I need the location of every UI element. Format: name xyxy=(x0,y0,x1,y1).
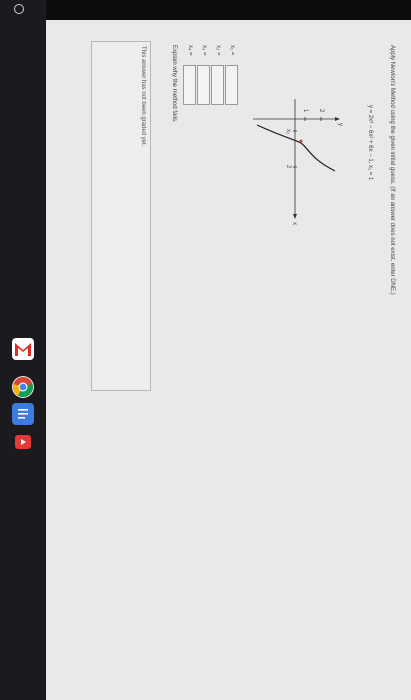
y-axis-label: y xyxy=(337,123,343,126)
answer-label-x1: x₁ = xyxy=(229,45,235,56)
answer-input-x2[interactable] xyxy=(211,65,224,105)
answer-input-x3[interactable] xyxy=(197,65,210,105)
grading-status: This answer has not been graded yet. xyxy=(140,46,146,147)
question-panel: Apply Newton's Method using the given in… xyxy=(55,41,395,665)
circle-icon[interactable] xyxy=(14,4,24,14)
x-axis-label: x xyxy=(291,222,297,225)
question-text: Apply Newton's Method using the given in… xyxy=(389,45,395,295)
taskbar xyxy=(0,0,46,700)
answer-label-x2: x₂ = xyxy=(215,45,221,56)
chrome-icon[interactable] xyxy=(12,376,34,398)
y-tick-1: 1 xyxy=(302,109,308,113)
youtube-icon[interactable] xyxy=(15,435,31,449)
y-tick-2: 2 xyxy=(318,109,324,113)
answer-label-x3: x₃ = xyxy=(201,45,207,56)
x-tick-2: 2 xyxy=(285,165,291,169)
browser-top-edge xyxy=(46,0,411,20)
answer-label-x4: x₄ = xyxy=(187,45,193,56)
docs-icon[interactable] xyxy=(12,403,34,425)
answer-input-x4[interactable] xyxy=(183,65,196,105)
explain-prompt: Explain why the method fails. xyxy=(171,45,177,123)
x-tick-x1: x₁ xyxy=(285,129,291,135)
gmail-icon[interactable] xyxy=(12,338,34,360)
function-graph xyxy=(253,99,340,219)
explanation-textarea[interactable]: This answer has not been graded yet. xyxy=(91,41,151,391)
equation: y = 2x³ − 6x² + 6x − 1, x₁ = 1 xyxy=(367,105,373,181)
answer-input-x1[interactable] xyxy=(225,65,238,105)
screen: Apply Newton's Method using the given in… xyxy=(0,0,411,700)
